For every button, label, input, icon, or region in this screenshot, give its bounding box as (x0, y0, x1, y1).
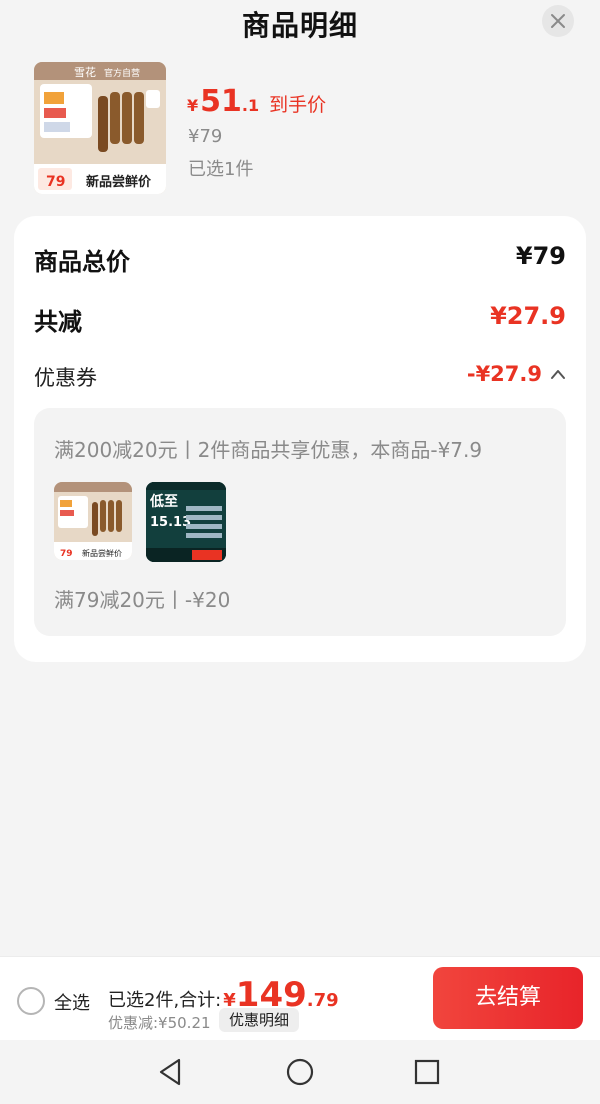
checkout-bar: 全选 已选2件,合计: ¥ 149 .79 优惠减:¥50.21 优惠明细 去结… (0, 956, 600, 1041)
select-all-label[interactable]: 全选 (54, 989, 90, 1015)
product-image[interactable]: 79 新品尝鲜价 雪花 官方自营 (34, 62, 166, 194)
razor-thumb-headline: 低至 (149, 493, 178, 510)
checkout-button[interactable]: 去结算 (433, 967, 583, 1029)
mini-thumb-tag: 新品尝鲜价 (82, 548, 122, 558)
coupon-rule-2: 满79减20元丨-¥20 (54, 588, 231, 612)
thumbnail-brand: 雪花 (74, 66, 96, 79)
price-decimal: .1 (241, 96, 260, 115)
select-all-checkbox[interactable] (17, 987, 45, 1015)
page-title: 商品明细 (241, 9, 358, 42)
discount-amount: 优惠减:¥50.21 (108, 1014, 211, 1032)
close-button[interactable] (542, 5, 574, 37)
total-price-value: ¥79 (515, 242, 566, 270)
chevron-up-icon[interactable] (550, 368, 566, 380)
razor-thumb-price: 15.13 (150, 515, 191, 530)
thumbnail-tag: 新品尝鲜价 (86, 174, 152, 190)
home-circle-icon[interactable] (284, 1056, 316, 1088)
price-integer: 51 (200, 84, 242, 119)
thumbnail-store: 官方自营 (104, 67, 140, 79)
reduction-label: 共减 (34, 308, 82, 336)
coupon-value[interactable]: -¥27.9 (467, 362, 542, 386)
beer-product-thumbnail: 79 新品尝鲜价 雪花 官方自营 (34, 62, 166, 194)
coupon-label: 优惠券 (34, 366, 97, 390)
original-price: ¥79 (188, 126, 223, 147)
discount-detail-button[interactable]: 优惠明细 (219, 1008, 300, 1032)
total-price-label: 商品总价 (34, 248, 130, 276)
recents-square-icon[interactable] (411, 1056, 443, 1088)
reduction-value: ¥27.9 (490, 302, 566, 330)
coupon-detail-panel: 满200减20元丨2件商品共享优惠，本商品-¥7.9 79 新品尝鲜价 低至 1… (34, 408, 566, 636)
system-nav-bar (0, 1040, 600, 1104)
coupon-product-thumb-2[interactable]: 低至 15.13 (146, 482, 226, 562)
price-symbol: ¥ (187, 96, 199, 115)
coupon-product-thumb-1[interactable]: 79 新品尝鲜价 (54, 482, 132, 560)
mini-thumb-price: 79 (60, 549, 73, 559)
razor-product-thumbnail: 低至 15.13 (146, 482, 226, 562)
price-summary-card: 商品总价 ¥79 共减 ¥27.9 优惠券 -¥27.9 满200减20元丨2件… (14, 216, 586, 662)
thumbnail-price: 79 (46, 174, 65, 190)
final-price-label: 到手价 (269, 94, 327, 116)
final-price: ¥ 51 .1 到手价 (187, 84, 326, 119)
selected-count: 已选1件 (188, 159, 254, 180)
total-label: 已选2件,合计: (108, 990, 222, 1011)
coupon-rule-1: 满200减20元丨2件商品共享优惠，本商品-¥7.9 (54, 438, 483, 462)
product-header: 商品明细 79 新品尝鲜价 雪花 官方自营 ¥ 51 .1 到手价 ¥79 已选… (0, 0, 600, 210)
back-triangle-icon[interactable] (155, 1056, 187, 1088)
close-icon (551, 14, 565, 28)
total-decimal: .79 (306, 990, 339, 1011)
beer-product-thumbnail-small: 79 新品尝鲜价 (54, 482, 132, 560)
